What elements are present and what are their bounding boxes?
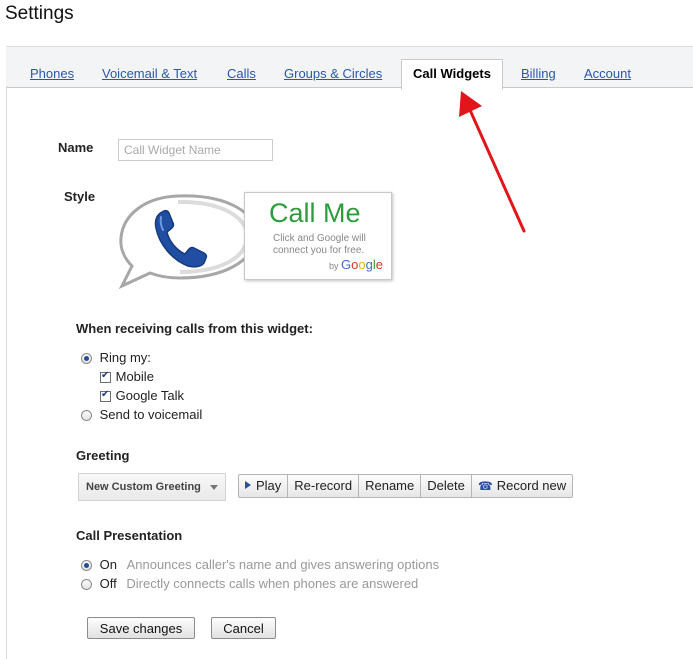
greeting-heading: Greeting: [76, 448, 130, 463]
tab-billing[interactable]: Billing: [521, 66, 556, 81]
presentation-off-label: Off: [99, 576, 117, 591]
mobile-checkbox[interactable]: [100, 370, 111, 384]
presentation-on-option[interactable]: On Announces caller's name and gives ans…: [81, 557, 439, 572]
tab-voicemail-text[interactable]: Voicemail & Text: [102, 66, 197, 81]
mobile-option[interactable]: Mobile: [100, 369, 154, 384]
ring-my-label: Ring my:: [99, 350, 151, 365]
presentation-on-label: On: [99, 557, 117, 572]
page-title: Settings: [5, 3, 74, 24]
presentation-off-radio[interactable]: [81, 579, 92, 591]
google-talk-option[interactable]: Google Talk: [100, 388, 184, 403]
tab-call-widgets[interactable]: Call Widgets: [401, 59, 503, 90]
tab-groups-circles[interactable]: Groups & Circles: [284, 66, 382, 81]
greeting-selected-label: New Custom Greeting: [86, 481, 201, 493]
phone-icon: ☎: [477, 479, 493, 493]
presentation-off-option[interactable]: Off Directly connects calls when phones …: [81, 576, 418, 591]
greeting-button-group: Play Re-record Rename Delete ☎ Record new: [238, 474, 574, 498]
cancel-button[interactable]: Cancel: [211, 617, 276, 639]
ring-my-radio[interactable]: [81, 353, 92, 365]
by-label: by: [329, 261, 339, 271]
re-record-button[interactable]: Re-record: [288, 475, 360, 497]
google-talk-label: Google Talk: [115, 388, 185, 403]
arrow-shaft: [468, 108, 526, 233]
content-border: [6, 86, 7, 659]
rename-button[interactable]: Rename: [359, 475, 422, 497]
voicemail-radio[interactable]: [81, 410, 92, 422]
mobile-label: Mobile: [115, 369, 154, 384]
style-label: Style: [64, 189, 96, 204]
tab-account[interactable]: Account: [584, 66, 631, 81]
receiving-heading: When receiving calls from this widget:: [76, 321, 313, 336]
google-talk-checkbox[interactable]: [100, 389, 111, 403]
voicemail-label: Send to voicemail: [99, 407, 203, 422]
play-icon: [245, 481, 251, 489]
play-button[interactable]: Play: [239, 475, 289, 497]
presentation-on-description: Announces caller's name and gives answer…: [126, 557, 440, 572]
tab-bar: Phones Voicemail & Text Calls Groups & C…: [6, 46, 693, 90]
call-presentation-heading: Call Presentation: [76, 528, 183, 543]
call-widget-preview[interactable]: Call Me Click and Google will connect yo…: [118, 190, 393, 290]
presentation-off-description: Directly connects calls when phones are …: [126, 576, 419, 591]
tab-phones[interactable]: Phones: [30, 66, 74, 81]
chevron-down-icon: [210, 485, 218, 490]
google-logo: Google: [341, 257, 383, 272]
delete-button[interactable]: Delete: [421, 475, 472, 497]
widget-name-input[interactable]: [118, 139, 273, 161]
call-me-title: Call Me: [269, 198, 361, 228]
call-me-box: Call Me Click and Google will connect yo…: [244, 192, 392, 280]
tab-calls[interactable]: Calls: [227, 66, 256, 81]
save-changes-button[interactable]: Save changes: [87, 617, 195, 639]
greeting-select[interactable]: New Custom Greeting: [78, 473, 226, 501]
call-me-subtitle: Click and Google will connect you for fr…: [273, 233, 366, 256]
name-label: Name: [58, 140, 94, 155]
red-arrow-annotation: [459, 91, 526, 233]
record-new-button[interactable]: ☎ Record new: [472, 475, 572, 497]
send-to-voicemail-option[interactable]: Send to voicemail: [81, 407, 202, 422]
presentation-on-radio[interactable]: [81, 560, 92, 572]
ring-my-option[interactable]: Ring my:: [81, 350, 151, 365]
